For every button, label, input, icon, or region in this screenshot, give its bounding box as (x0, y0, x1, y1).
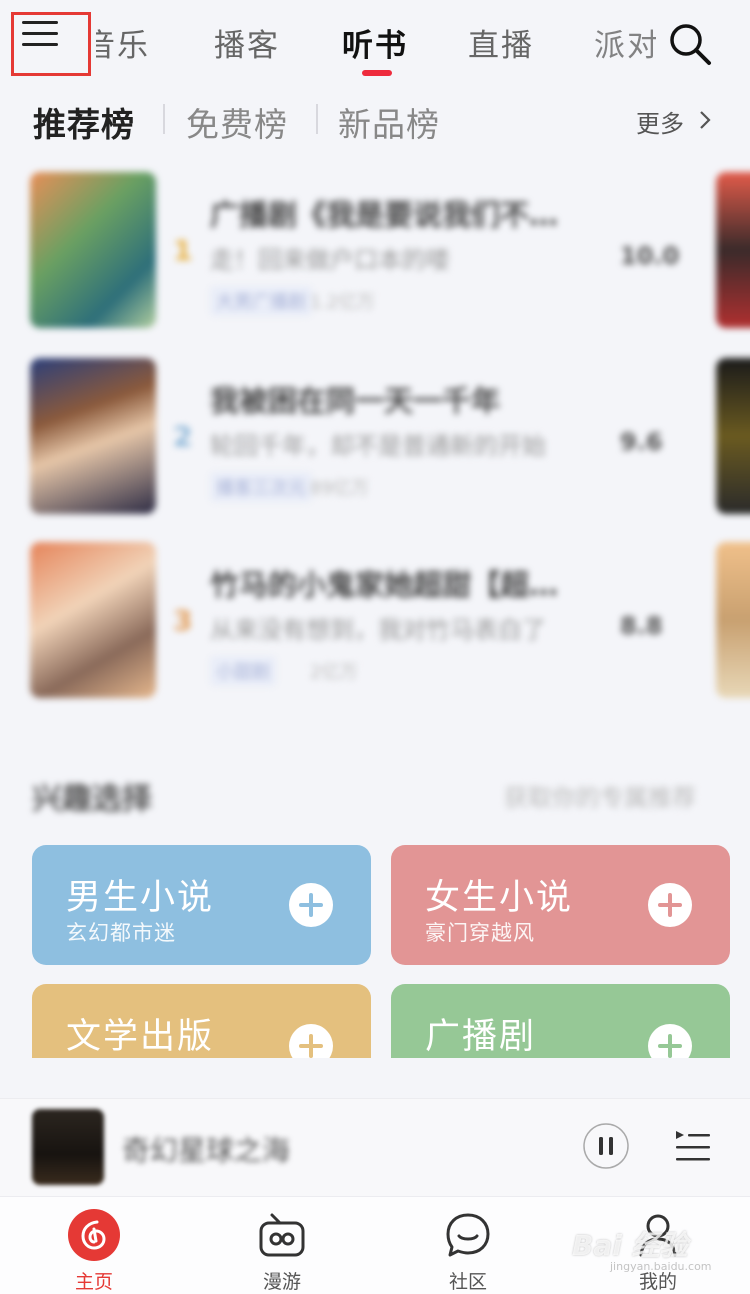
section-title: 兴趣选择 (32, 782, 152, 817)
search-icon[interactable] (668, 22, 712, 66)
card-title: 广播剧 (425, 1017, 537, 1057)
item-tag: 小甜剧 (210, 656, 276, 686)
book-cover (716, 172, 750, 328)
item-score: 10.0 (620, 242, 680, 270)
cards-clip: 文学出版 广播剧 (0, 984, 750, 1058)
nav-label: 主页 (74, 1271, 113, 1293)
plus-icon[interactable] (289, 1024, 333, 1058)
nav-label: 社区 (448, 1271, 487, 1293)
plus-icon[interactable] (648, 883, 692, 927)
watermark-text: Bai 经验 (572, 1229, 688, 1262)
card-subtitle: 豪门穿越风 (425, 921, 535, 945)
list-item[interactable]: 3 竹马的小鬼家她超甜【超… 从来没有想到，我对竹马表白了 小甜剧 2亿万 8.… (30, 542, 700, 702)
rank-number: 2 (173, 420, 193, 453)
interest-card-male-novel[interactable]: 男生小说 玄幻都市迷 (32, 845, 371, 965)
more-link[interactable]: 更多 (636, 104, 684, 139)
rank-number: 3 (173, 604, 193, 637)
list-item[interactable]: 1 广播剧《我是要说我们不… 走！回来做户口本的喽 大男广播剧 1.2亿万 10… (30, 172, 700, 332)
tab-music[interactable]: 音乐 (96, 20, 150, 65)
book-cover (30, 172, 156, 328)
interest-card-literature[interactable]: 文学出版 (32, 984, 371, 1058)
card-subtitle: 玄幻都市迷 (66, 921, 176, 945)
category-tabs: 音乐 播客 听书 直播 派对 (96, 20, 656, 70)
interest-card-female-novel[interactable]: 女生小说 豪门穿越风 (391, 845, 730, 965)
pause-icon[interactable] (582, 1122, 630, 1170)
play-count: 1.2亿万 (310, 292, 375, 313)
card-title: 文学出版 (66, 1017, 215, 1057)
item-title: 我被困在同一天一千年 (210, 384, 501, 418)
play-count: 2亿万 (310, 662, 358, 683)
netease-logo-icon (68, 1209, 120, 1261)
hamburger-menu-icon[interactable] (20, 15, 60, 51)
tab-audiobook[interactable]: 听书 (342, 20, 408, 65)
mini-player[interactable]: 奇幻星球之海 (0, 1098, 750, 1196)
book-cover (716, 358, 750, 514)
chevron-right-icon (700, 111, 711, 129)
item-title: 竹马的小鬼家她超甜【超… (210, 568, 559, 602)
item-subtitle: 走！回来做户口本的喽 (210, 246, 450, 274)
rank-tab-new[interactable]: 新品榜 (338, 98, 440, 146)
book-cover (716, 542, 750, 698)
rank-tab-free[interactable]: 免费榜 (186, 98, 288, 146)
nav-roam[interactable]: 漫游 (222, 1197, 342, 1294)
item-score: 9.6 (620, 428, 663, 456)
item-tag: 播客三次元 (210, 472, 312, 502)
list-item[interactable]: 2 我被困在同一天一千年 轮回千年，却不是普通新的开始 播客三次元 89亿万 9… (30, 358, 700, 518)
player-cover[interactable] (32, 1109, 104, 1185)
playlist-icon[interactable] (674, 1129, 712, 1165)
plus-icon[interactable] (289, 883, 333, 927)
item-tag: 大男广播剧 (210, 286, 312, 316)
item-subtitle: 从来没有想到，我对竹马表白了 (210, 616, 546, 644)
radio-icon (259, 1213, 305, 1257)
rank-number: 1 (173, 234, 193, 267)
plus-icon[interactable] (648, 1024, 692, 1058)
divider (316, 104, 318, 134)
item-title: 广播剧《我是要说我们不… (210, 198, 559, 232)
play-count: 89亿万 (310, 478, 369, 499)
interest-card-radio-drama[interactable]: 广播剧 (391, 984, 730, 1058)
book-cover (30, 358, 156, 514)
item-subtitle: 轮回千年，却不是普通新的开始 (210, 432, 546, 460)
active-tab-indicator (362, 70, 392, 76)
book-cover (30, 542, 156, 698)
watermark-url: jingyan.baidu.com (610, 1260, 712, 1273)
divider (163, 104, 165, 134)
item-score: 8.8 (620, 612, 663, 640)
player-title: 奇幻星球之海 (122, 1134, 291, 1167)
card-title: 女生小说 (425, 878, 574, 918)
top-bar: 音乐 播客 听书 直播 派对 (0, 0, 750, 90)
nav-community[interactable]: 社区 (408, 1197, 528, 1294)
tab-party[interactable]: 派对 (594, 20, 656, 65)
nav-label: 漫游 (262, 1271, 301, 1293)
nav-home[interactable]: 主页 (34, 1197, 154, 1294)
card-title: 男生小说 (66, 878, 215, 918)
tab-podcast[interactable]: 播客 (214, 20, 280, 65)
chat-bubble-icon (446, 1213, 490, 1257)
section-hint: 获取你的专属推荐 (504, 784, 696, 812)
tab-live[interactable]: 直播 (468, 20, 534, 65)
rank-tab-recommended[interactable]: 推荐榜 (33, 98, 135, 146)
